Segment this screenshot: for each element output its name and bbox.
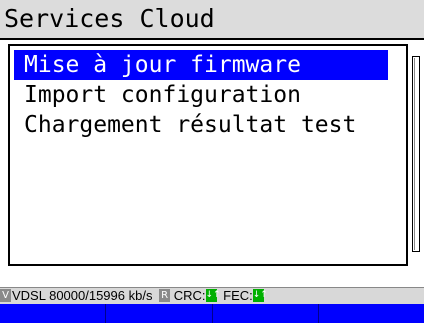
line-rate-text: VDSL 80000/15996 kb/s — [12, 288, 153, 303]
menu-item-firmware-update[interactable]: Mise à jour firmware — [14, 50, 388, 80]
softkey-bar — [0, 304, 424, 323]
softkey-4[interactable] — [319, 304, 424, 323]
menu-scrollbar[interactable] — [412, 56, 420, 252]
r-indicator-icon: R — [159, 289, 171, 302]
softkey-3[interactable] — [213, 304, 319, 323]
menu-item-import-configuration[interactable]: Import configuration — [14, 80, 388, 110]
fec-label: FEC: — [223, 288, 253, 303]
softkey-2[interactable] — [106, 304, 213, 323]
crc-updown-arrows-icon: ↓↑ — [205, 289, 221, 302]
vdsl-mode-icon: V — [0, 289, 11, 302]
fec-updown-arrows-icon: ↓↑ — [252, 289, 268, 302]
screen-title: Services Cloud — [0, 0, 424, 40]
status-bar: V VDSL 80000/15996 kb/s R CRC:↓↑ FEC:↓↑ — [0, 287, 424, 304]
crc-label: CRC: — [173, 288, 206, 303]
softkey-1[interactable] — [0, 304, 107, 323]
menu-item-load-test-result[interactable]: Chargement résultat test — [14, 110, 388, 140]
scrollbar-thumb[interactable] — [414, 58, 419, 250]
menu-list: Mise à jour firmware Import configuratio… — [8, 44, 408, 266]
